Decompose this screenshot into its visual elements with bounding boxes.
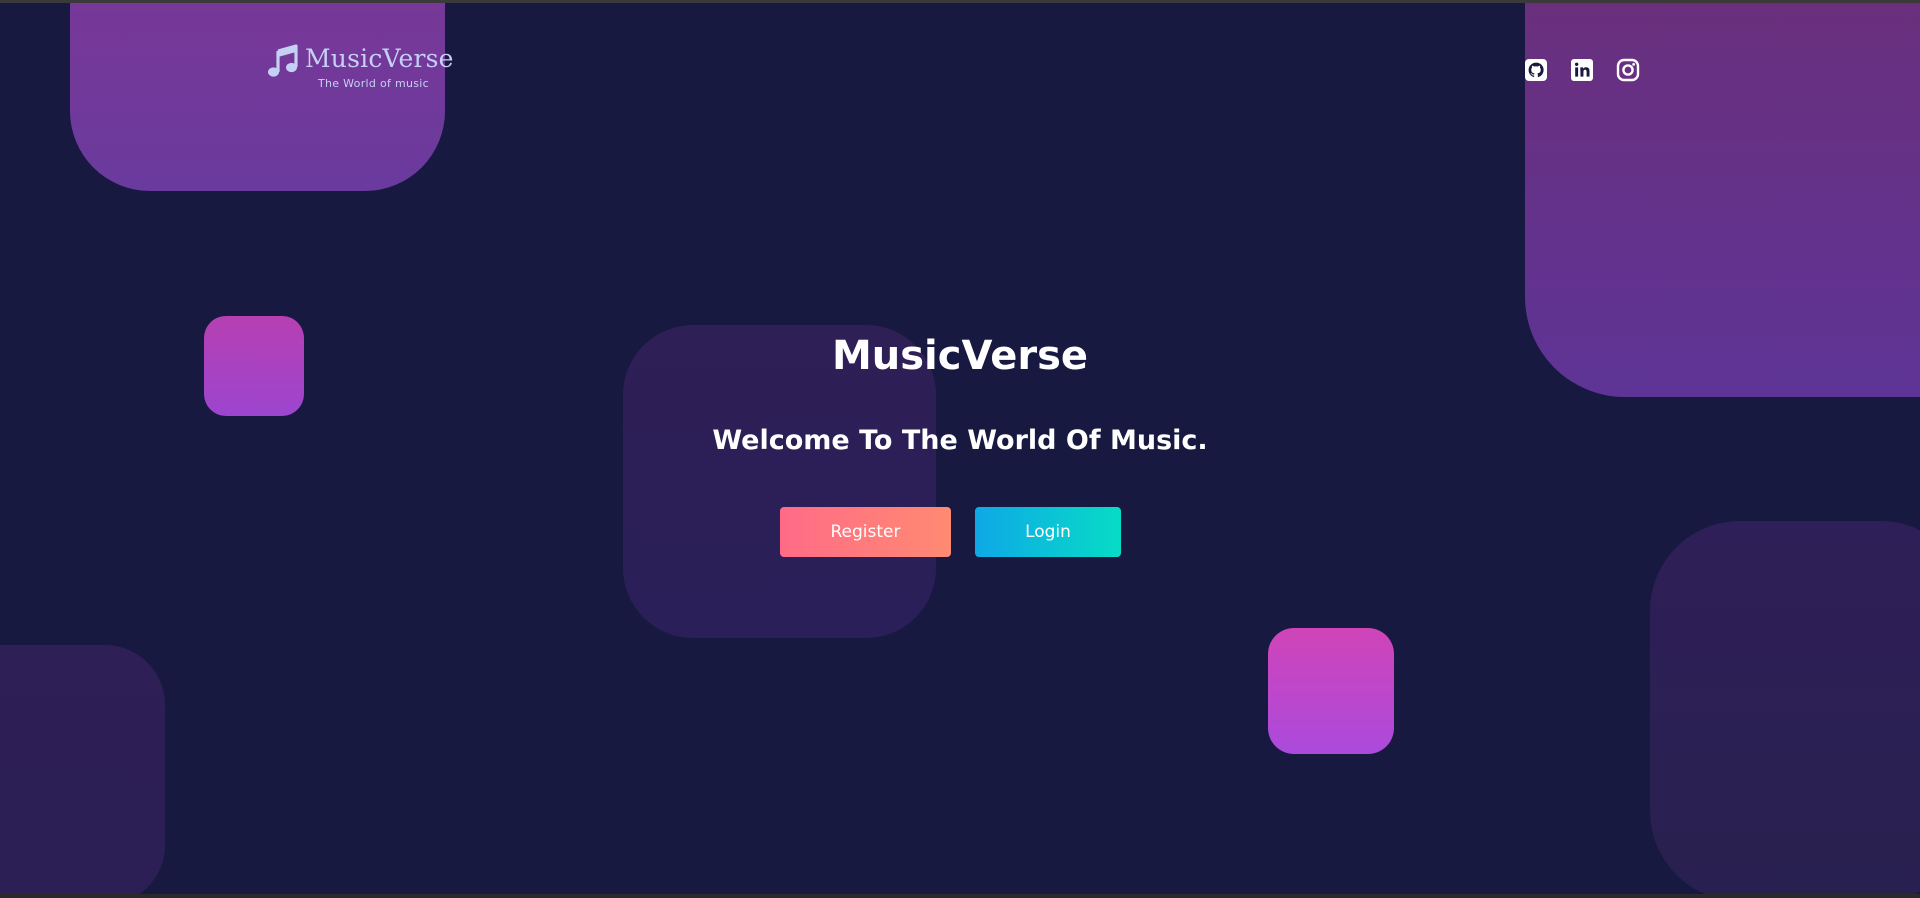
register-button[interactable]: Register bbox=[780, 507, 951, 557]
hero-subtitle: Welcome To The World Of Music. bbox=[712, 425, 1208, 456]
decorative-square-right bbox=[1268, 628, 1394, 754]
linkedin-icon[interactable] bbox=[1570, 58, 1594, 82]
hero-title: MusicVerse bbox=[831, 333, 1089, 379]
instagram-icon[interactable] bbox=[1616, 58, 1640, 82]
login-button[interactable]: Login bbox=[975, 507, 1121, 557]
brand-logo[interactable]: MusicVerse The World of music bbox=[265, 41, 455, 97]
decorative-shape-bottom-left bbox=[0, 645, 165, 894]
browser-bottom-border bbox=[0, 894, 1920, 898]
landing-page: MusicVerse The World of music MusicVerse… bbox=[0, 3, 1920, 894]
decorative-shape-top-left bbox=[70, 3, 445, 191]
music-note-icon bbox=[265, 43, 301, 79]
decorative-shape-bottom-right bbox=[1650, 521, 1920, 894]
brand-tagline: The World of music bbox=[318, 77, 429, 90]
brand-name: MusicVerse bbox=[305, 44, 454, 73]
github-icon[interactable] bbox=[1524, 58, 1548, 82]
